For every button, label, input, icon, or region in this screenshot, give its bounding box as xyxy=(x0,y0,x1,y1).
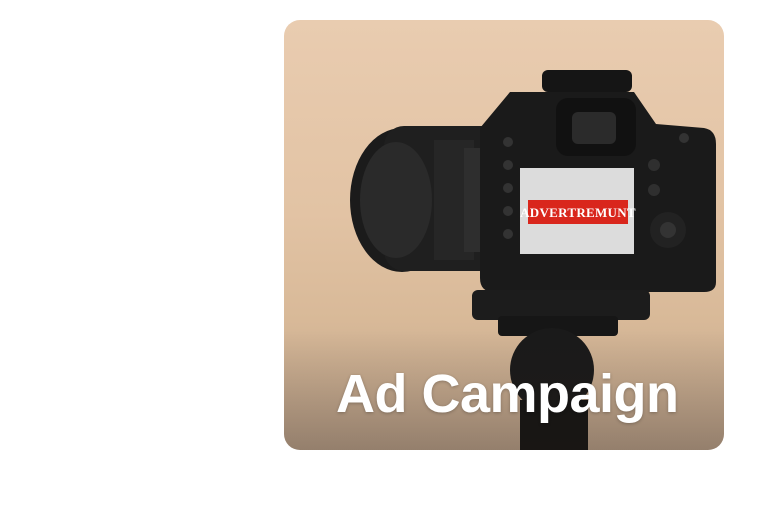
ad-campaign-card[interactable]: ADVERTREMUNT Ad Campaign xyxy=(284,20,724,450)
card-title: Ad Campaign xyxy=(336,364,679,424)
screen-advert-text: ADVERTREMUNT xyxy=(520,205,636,220)
camera-body: ADVERTREMUNT xyxy=(480,70,716,292)
